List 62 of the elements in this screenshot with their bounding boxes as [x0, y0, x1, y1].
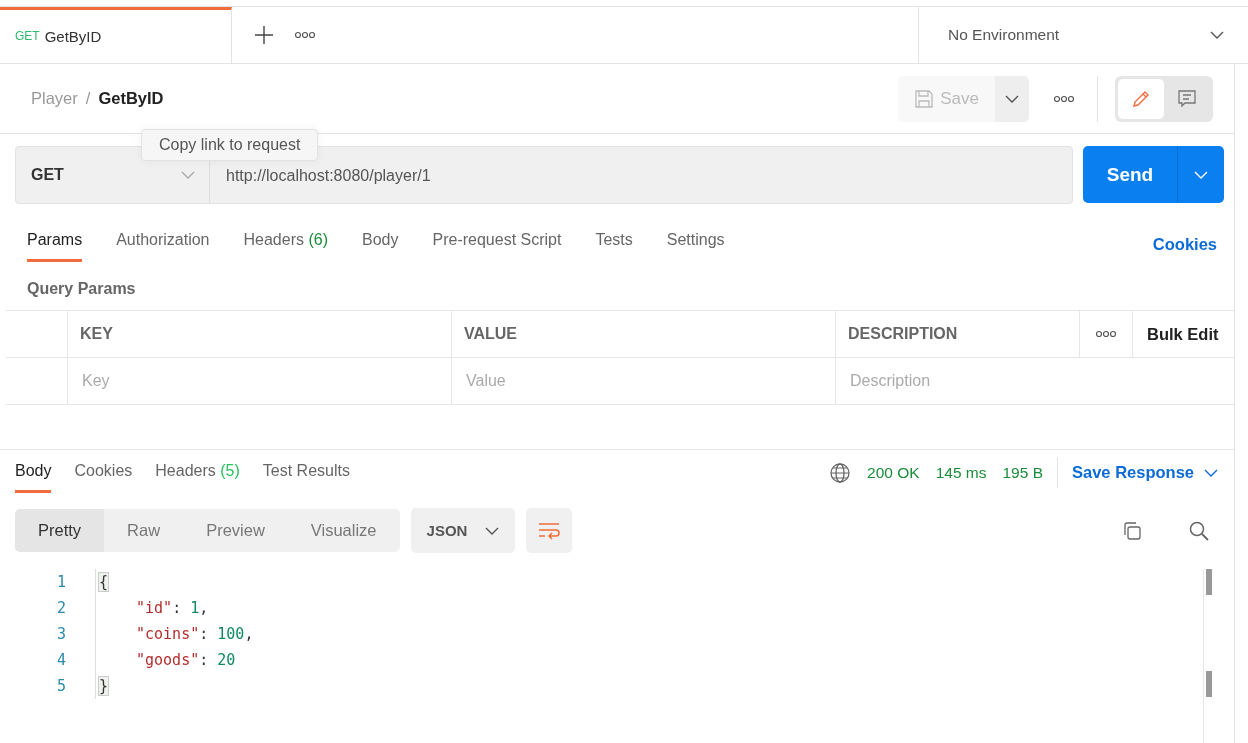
column-header: DESCRIPTION	[836, 311, 1080, 357]
breadcrumb-separator: /	[85, 89, 91, 108]
column-header: KEY	[68, 311, 452, 357]
method-label: GET	[15, 29, 40, 43]
param-input[interactable]: Value	[464, 371, 768, 391]
chevron-down-icon	[1005, 94, 1019, 103]
request-option-tab[interactable]: Pre-request Script	[432, 226, 562, 262]
line-number: 2	[55, 599, 67, 617]
more-icon[interactable]	[1095, 330, 1117, 338]
param-input[interactable]: Key	[80, 371, 384, 391]
request-name: GetByID	[98, 89, 164, 108]
save-options-button[interactable]	[995, 75, 1029, 122]
comment-icon	[1176, 87, 1198, 110]
chevron-down-icon	[1204, 468, 1218, 477]
line-number: 5	[55, 677, 67, 695]
status-code: 200 OK	[867, 463, 920, 482]
wrap-lines-icon	[537, 521, 562, 540]
response-tab[interactable]: Headers (5)	[155, 457, 240, 493]
globe-icon[interactable]	[829, 461, 852, 484]
response-tab[interactable]: Body	[15, 457, 52, 493]
code-line: "id": 1,	[95, 595, 209, 621]
view-mode-tab[interactable]: Visualize	[287, 509, 400, 552]
request-tab[interactable]: GET GetByID	[0, 6, 232, 63]
line-number: 1	[55, 573, 67, 591]
chevron-down-icon	[1210, 31, 1224, 39]
view-mode-tab[interactable]: Preview	[183, 509, 288, 552]
code-line: "goods": 20	[95, 647, 236, 673]
environment-dropdown[interactable]: No Environment	[918, 7, 1248, 63]
request-option-tab[interactable]: Settings	[666, 226, 725, 262]
more-icon[interactable]	[294, 31, 316, 39]
view-mode-tab[interactable]: Raw	[104, 509, 184, 552]
response-tab[interactable]: Cookies	[74, 457, 133, 493]
chevron-down-icon	[485, 526, 500, 535]
bulk-edit-button[interactable]: Bulk Edit	[1147, 324, 1219, 344]
response-time: 145 ms	[935, 463, 987, 482]
response-tab[interactable]: Test Results	[262, 457, 350, 493]
request-option-tab[interactable]: Tests	[595, 226, 633, 262]
request-option-tab[interactable]: Headers (6)	[243, 226, 328, 262]
code-line: "coins": 100,	[95, 621, 254, 647]
scrollbar[interactable]	[1203, 569, 1213, 743]
line-number: 4	[55, 651, 67, 669]
request-option-tab[interactable]: Authorization	[116, 226, 210, 262]
request-option-tab[interactable]: Body	[362, 226, 399, 262]
copy-icon[interactable]	[1121, 519, 1143, 542]
line-number: 3	[55, 625, 67, 643]
cookies-link[interactable]: Cookies	[1152, 234, 1217, 254]
response-size: 195 B	[1002, 463, 1043, 482]
view-mode-tab[interactable]: Pretty	[15, 509, 105, 552]
code-line: }	[95, 673, 110, 699]
tab-title: GetByID	[44, 27, 102, 45]
add-icon[interactable]	[254, 25, 274, 45]
param-input[interactable]: Description	[848, 371, 1152, 391]
code-line: {	[95, 569, 110, 595]
format-dropdown[interactable]: JSON	[410, 508, 516, 553]
request-option-tab[interactable]: Params	[27, 226, 83, 262]
section-title: Query Params	[26, 279, 137, 299]
wrap-lines-button[interactable]	[526, 508, 573, 553]
column-header: VALUE	[452, 311, 836, 357]
chevron-down-icon	[1194, 170, 1208, 179]
more-icon[interactable]	[1053, 94, 1075, 103]
search-icon[interactable]	[1188, 519, 1210, 542]
save-response-button[interactable]: Save Response	[1072, 463, 1218, 482]
